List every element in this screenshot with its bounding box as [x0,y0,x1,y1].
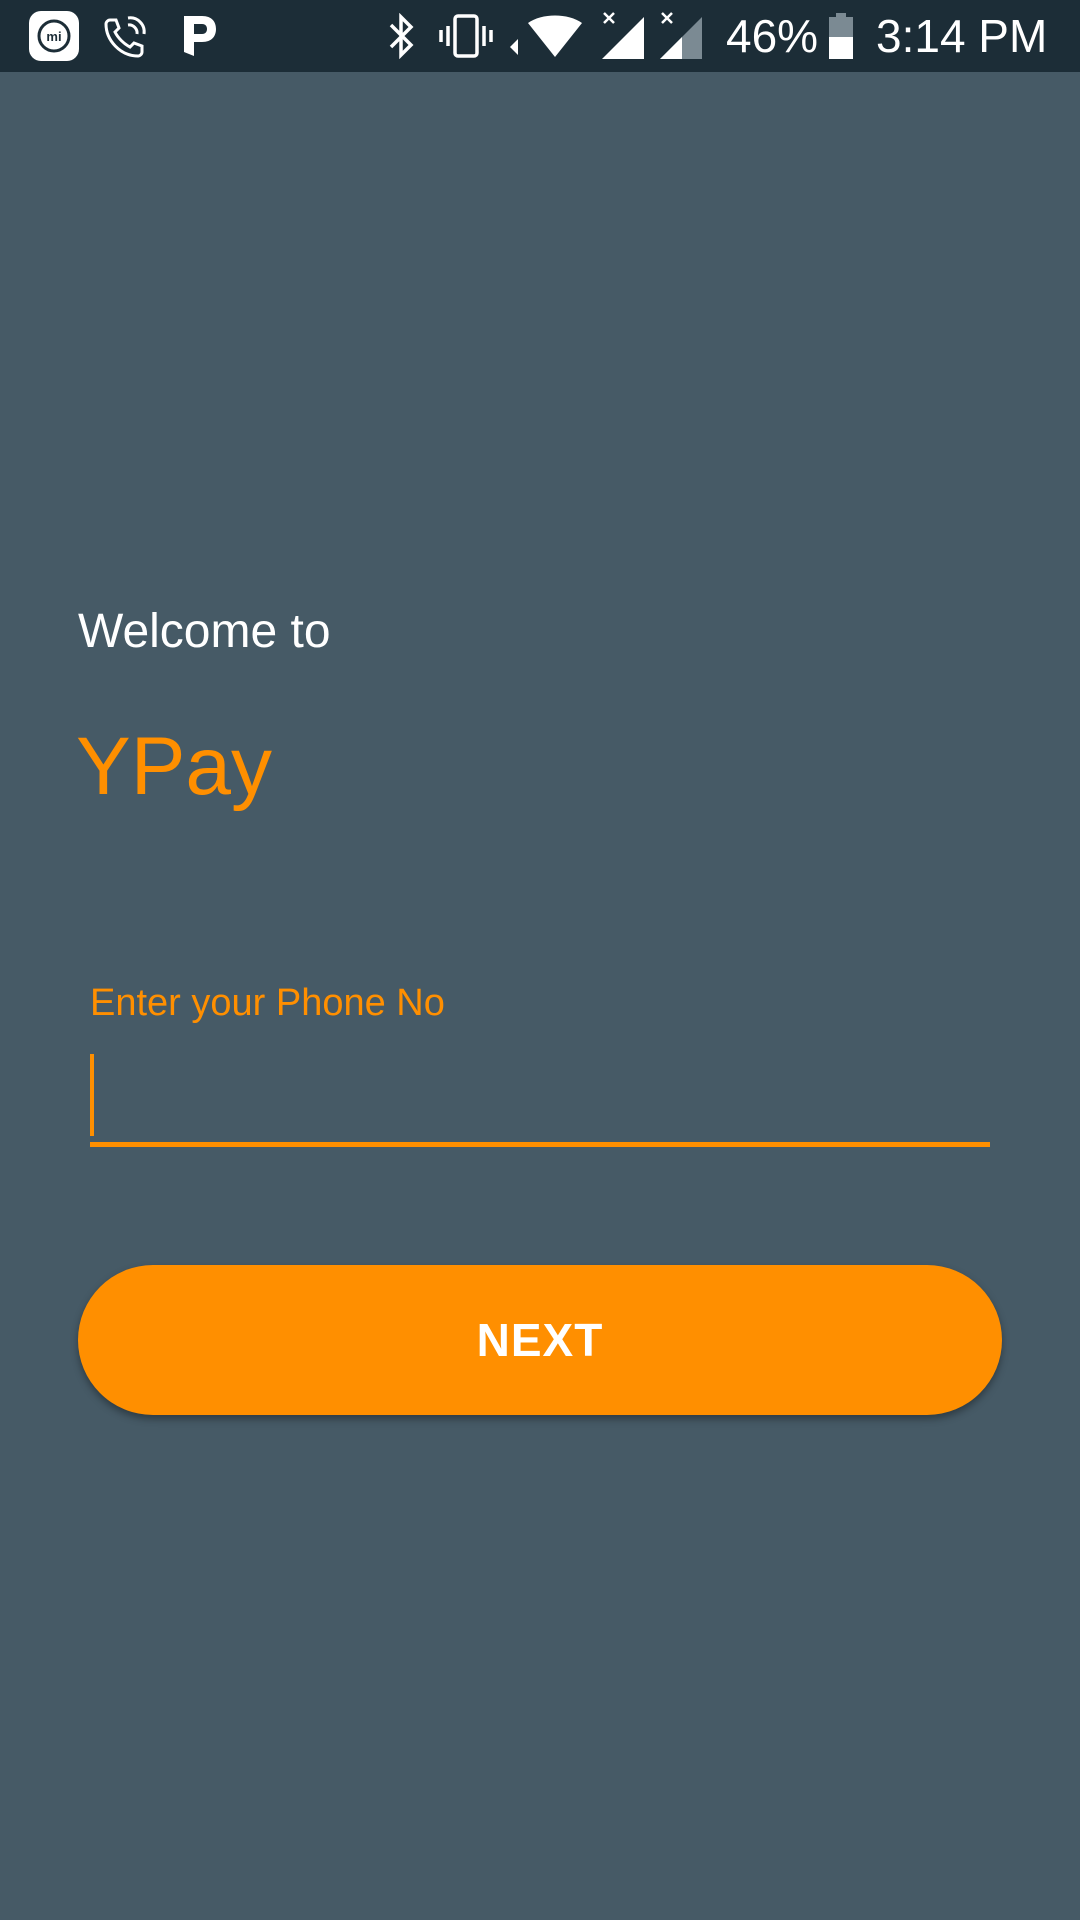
wifi-icon [506,10,586,62]
battery-percent: 46% [726,10,819,62]
text-cursor [90,1054,94,1136]
parking-app-icon [178,10,222,62]
clock: 3:14 PM [876,10,1048,62]
mi-icon: mi [28,10,80,62]
phone-field-label: Enter your Phone No [90,982,445,1024]
wifi-call-icon [100,10,152,62]
next-button[interactable]: NEXT [78,1265,1002,1415]
phone-number-input[interactable] [90,1050,990,1144]
signal-icon [600,10,646,62]
vibrate-icon [438,10,494,62]
svg-text:mi: mi [46,29,61,44]
next-button-label: NEXT [476,1314,604,1366]
welcome-text: Welcome to [78,605,331,658]
bluetooth-icon [384,10,420,62]
screen: mi 46% 3:14 PM Welcome to YPay Enter you… [0,0,1080,1920]
battery-icon [828,10,854,62]
status-bar: mi 46% 3:14 PM [0,0,1080,72]
app-name: YPay [76,721,272,812]
signal-icon [658,10,704,62]
phone-field-underline [90,1142,990,1147]
